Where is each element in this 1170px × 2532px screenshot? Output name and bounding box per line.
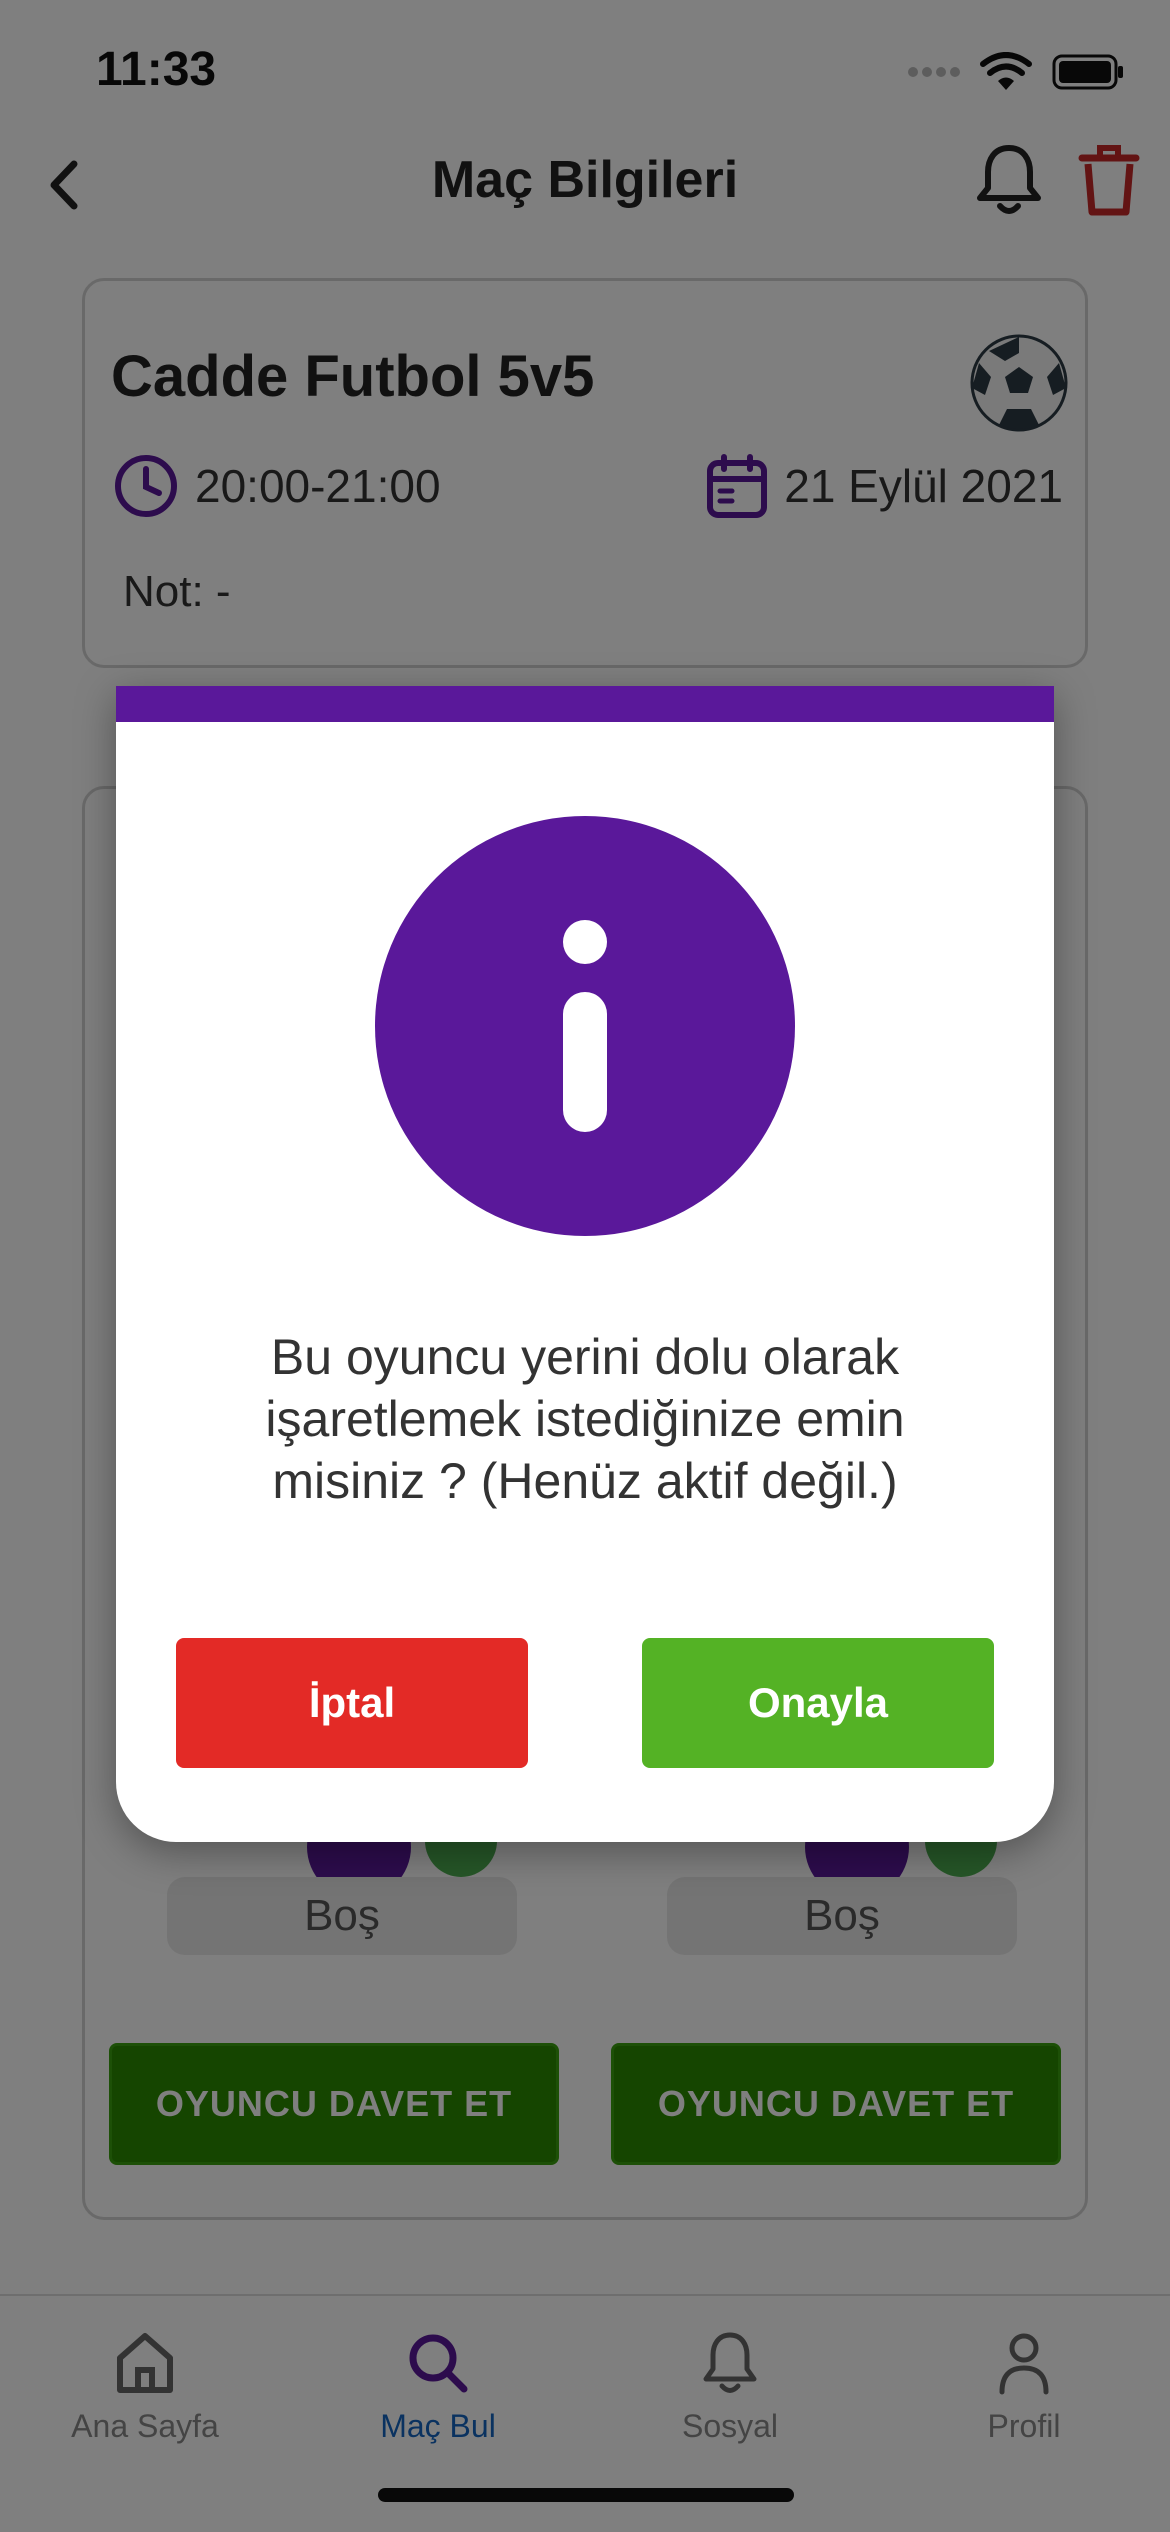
confirm-button[interactable]: Onayla [642,1638,994,1768]
confirm-dialog: Bu oyuncu yerini dolu olarak işaretlemek… [116,686,1054,1842]
dialog-top-bar [116,686,1054,722]
info-icon [375,816,795,1236]
screen: 11:33 Maç Bilgileri [0,0,1170,2532]
cancel-button[interactable]: İptal [176,1638,528,1768]
dialog-message: Bu oyuncu yerini dolu olarak işaretlemek… [265,1329,905,1509]
